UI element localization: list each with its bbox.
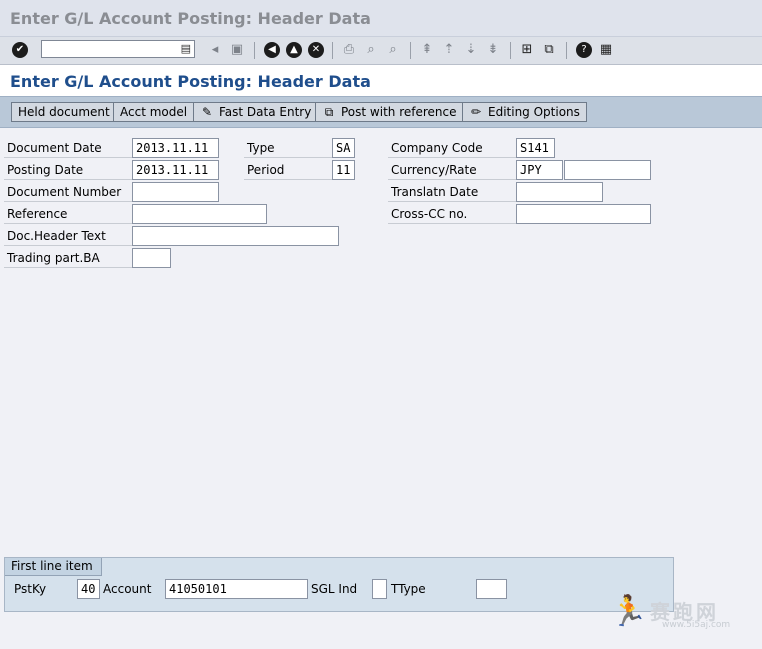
- watermark: 🏃 赛跑网 www.5i5aj.com: [610, 594, 750, 634]
- help-icon[interactable]: ?: [576, 42, 592, 58]
- document-date-label: Document Date: [4, 138, 132, 158]
- window-title: Enter G/L Account Posting: Header Data: [10, 9, 371, 28]
- posting-date-field[interactable]: 2013.11.11: [132, 160, 219, 180]
- toolbar-separator: [254, 42, 255, 59]
- previous-page-icon[interactable]: ⇡: [441, 42, 457, 58]
- trading-part-ba-field[interactable]: [132, 248, 171, 268]
- editing-options-label: Editing Options: [488, 105, 580, 119]
- runner-logo-icon: 🏃: [610, 594, 648, 629]
- cross-cc-no-field[interactable]: [516, 204, 651, 224]
- standard-toolbar: ✔ ▤ ◂ ▣ ◀ ▲ ✕ ⎙ ⌕ ⌕ ⇞ ⇡ ⇣ ⇟ ⊞ ⧉ ? ▦: [0, 37, 762, 65]
- pstky-field[interactable]: 40: [77, 579, 100, 599]
- save-icon[interactable]: ▣: [229, 42, 245, 58]
- enter-check-icon[interactable]: ✔: [12, 42, 28, 58]
- fast-entry-icon: ✎: [201, 105, 213, 119]
- translatn-date-field[interactable]: [516, 182, 603, 202]
- fast-data-entry-button[interactable]: ✎ Fast Data Entry: [193, 102, 319, 122]
- currency-field[interactable]: JPY: [516, 160, 563, 180]
- sgl-ind-label: SGL Ind: [311, 582, 358, 596]
- exit-icon[interactable]: ▲: [286, 42, 302, 58]
- watermark-url: www.5i5aj.com: [662, 620, 731, 630]
- ttype-field[interactable]: [476, 579, 507, 599]
- editing-options-button[interactable]: ✏ Editing Options: [462, 102, 587, 122]
- toolbar-separator: [510, 42, 511, 59]
- command-history-icon[interactable]: ▤: [181, 42, 191, 55]
- posting-date-label: Posting Date: [4, 160, 132, 180]
- company-code-label: Company Code: [388, 138, 516, 158]
- doc-header-text-field[interactable]: [132, 226, 339, 246]
- acct-model-button[interactable]: Acct model: [113, 102, 195, 122]
- command-field[interactable]: ▤: [41, 40, 195, 58]
- next-page-icon[interactable]: ⇣: [463, 42, 479, 58]
- document-number-label: Document Number: [4, 182, 132, 202]
- trading-part-ba-label: Trading part.BA: [4, 248, 132, 268]
- back-icon[interactable]: ◀: [264, 42, 280, 58]
- screen-header: Enter G/L Account Posting: Header Data: [0, 65, 762, 96]
- find-next-icon[interactable]: ⌕: [385, 42, 401, 58]
- translatn-date-label: Translatn Date: [388, 182, 516, 202]
- screen-title: Enter G/L Account Posting: Header Data: [10, 72, 371, 91]
- window-title-bar: Enter G/L Account Posting: Header Data: [0, 0, 762, 37]
- reference-label: Reference: [4, 204, 132, 224]
- document-date-field[interactable]: 2013.11.11: [132, 138, 219, 158]
- toolbar-separator: [566, 42, 567, 59]
- last-page-icon[interactable]: ⇟: [485, 42, 501, 58]
- currency-rate-label: Currency/Rate: [388, 160, 516, 180]
- copy-icon: ⧉: [324, 105, 334, 119]
- type-field[interactable]: SA: [332, 138, 355, 158]
- held-document-button[interactable]: Held document: [11, 102, 117, 122]
- cross-cc-no-label: Cross-CC no.: [388, 204, 516, 224]
- period-label: Period: [244, 160, 332, 180]
- cancel-icon[interactable]: ✕: [308, 42, 324, 58]
- fast-data-entry-label: Fast Data Entry: [219, 105, 312, 119]
- sgl-ind-field[interactable]: [372, 579, 387, 599]
- pstky-label: PstKy: [14, 582, 47, 596]
- post-with-reference-label: Post with reference: [341, 105, 457, 119]
- company-code-field[interactable]: S141: [516, 138, 555, 158]
- toolbar-separator: [332, 42, 333, 59]
- period-field[interactable]: 11: [332, 160, 355, 180]
- document-number-field[interactable]: [132, 182, 219, 202]
- find-icon[interactable]: ⌕: [363, 42, 379, 58]
- first-line-item-group: First line item PstKy 40 Account 4105010…: [4, 557, 674, 612]
- pencil-icon: ✏: [470, 105, 482, 119]
- type-label: Type: [244, 138, 332, 158]
- reference-field[interactable]: [132, 204, 267, 224]
- application-toolbar: Held document Acct model ✎ Fast Data Entr…: [0, 96, 762, 128]
- account-label: Account: [103, 582, 152, 596]
- create-shortcut-icon[interactable]: ⧉: [541, 42, 557, 58]
- exchange-rate-field[interactable]: [564, 160, 651, 180]
- new-session-icon[interactable]: ⊞: [519, 42, 535, 58]
- toolbar-separator: [410, 42, 411, 59]
- doc-header-text-label: Doc.Header Text: [4, 226, 132, 246]
- layout-menu-icon[interactable]: ▦: [598, 42, 614, 58]
- print-icon[interactable]: ⎙: [341, 42, 357, 58]
- account-field[interactable]: 41050101: [165, 579, 308, 599]
- post-with-reference-button[interactable]: ⧉ Post with reference: [315, 102, 464, 122]
- first-page-icon[interactable]: ⇞: [419, 42, 435, 58]
- ttype-label: TType: [391, 582, 426, 596]
- first-line-item-title: First line item: [5, 558, 102, 576]
- back-arrow-icon[interactable]: ◂: [207, 42, 223, 58]
